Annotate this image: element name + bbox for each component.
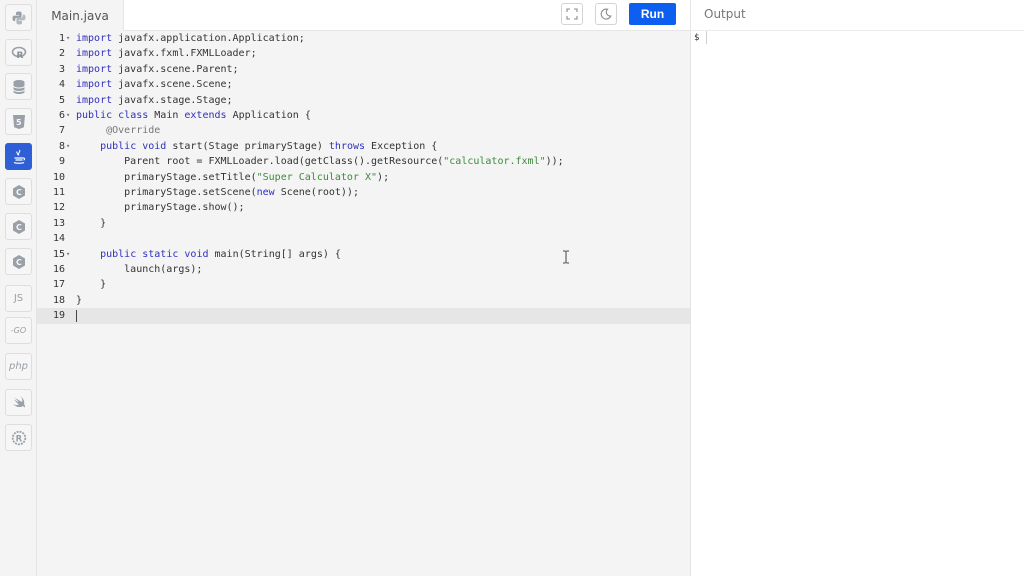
code-line[interactable]: 8 ▾ public void start(Stage primaryStage)… xyxy=(37,139,690,154)
go-label: -GO xyxy=(10,326,27,335)
code-line[interactable]: 11 primaryStage.setScene(new Scene(root)… xyxy=(37,185,690,200)
code-line[interactable]: 4 import javafx.scene.Scene; xyxy=(37,77,690,92)
line-number: 13 xyxy=(52,217,65,229)
code-text: public class Main extends Application { xyxy=(76,110,311,121)
r-icon[interactable]: R xyxy=(5,39,32,66)
line-number: 3 xyxy=(58,63,65,75)
output-panel: Output $ xyxy=(690,0,1024,576)
code-line[interactable]: 9 Parent root = FXMLLoader.load(getClass… xyxy=(37,154,690,169)
code-line[interactable]: 10 primaryStage.setTitle("Super Calculat… xyxy=(37,170,690,185)
code-line[interactable]: 1 ▾ import javafx.application.Application; xyxy=(37,31,690,46)
line-number: 16 xyxy=(52,264,65,275)
line-number: 10 xyxy=(52,171,65,183)
line-number: 17 xyxy=(52,279,65,291)
line-number: 1 xyxy=(58,33,65,44)
database-icon[interactable] xyxy=(5,73,32,100)
javascript-label: JS xyxy=(13,293,24,304)
code-line[interactable]: 16 launch(args); xyxy=(37,262,690,277)
output-caret xyxy=(706,31,707,44)
code-line[interactable]: 18} xyxy=(37,293,690,308)
fold-toggle-icon[interactable]: ▾ xyxy=(66,108,70,123)
editor-caret xyxy=(76,310,77,323)
line-number: 15 xyxy=(52,248,65,260)
line-number: 6 xyxy=(58,110,65,121)
java-icon[interactable] xyxy=(5,143,32,170)
code-text: primaryStage.show(); xyxy=(76,202,245,214)
python-icon[interactable] xyxy=(5,4,32,31)
code-text: import javafx.fxml.FXMLLoader; xyxy=(76,48,257,60)
code-line[interactable]: 15 ▾ public static void main(String[] arg… xyxy=(37,247,690,262)
svg-text:5: 5 xyxy=(16,118,22,127)
fold-toggle-icon[interactable]: ▾ xyxy=(66,31,70,46)
line-number: 11 xyxy=(52,187,65,198)
cpp-icon[interactable]: C xyxy=(5,213,32,240)
run-button[interactable]: Run xyxy=(629,3,676,25)
html5-icon[interactable]: 5 xyxy=(5,108,32,135)
editor-toolbar: Main.java Run xyxy=(37,0,690,31)
code-line[interactable]: 2 import javafx.fxml.FXMLLoader; xyxy=(37,46,690,61)
csharp-icon[interactable]: C xyxy=(5,248,32,275)
php-icon[interactable]: php xyxy=(5,353,32,380)
code-line[interactable]: 13 } xyxy=(37,216,690,231)
code-text: import javafx.scene.Parent; xyxy=(76,63,239,75)
code-text: @Override xyxy=(106,125,161,137)
code-text: } xyxy=(76,279,107,291)
line-number: 8 xyxy=(58,140,65,152)
line-number: 7 xyxy=(58,125,65,137)
line-number: 5 xyxy=(58,94,65,106)
fold-toggle-icon[interactable]: ▾ xyxy=(66,247,70,262)
line-number: 4 xyxy=(58,79,65,91)
code-line[interactable]: 5 import javafx.stage.Stage; xyxy=(37,93,690,108)
go-icon[interactable]: -GO xyxy=(5,317,32,344)
output-prompt: $ xyxy=(694,33,700,43)
code-text: launch(args); xyxy=(76,264,203,275)
svg-text:C: C xyxy=(16,223,22,232)
code-text: } xyxy=(76,217,107,229)
svg-text:C: C xyxy=(16,188,22,197)
code-line[interactable]: 14 xyxy=(37,231,690,246)
code-line[interactable]: 12 primaryStage.show(); xyxy=(37,200,690,215)
code-text: import javafx.stage.Stage; xyxy=(76,94,233,106)
line-number: 12 xyxy=(52,202,65,214)
svg-text:C: C xyxy=(16,258,22,267)
code-line[interactable]: 3 import javafx.scene.Parent; xyxy=(37,62,690,77)
svg-text:R: R xyxy=(16,51,23,61)
code-text: primaryStage.setScene(new Scene(root)); xyxy=(76,187,359,198)
line-number: 2 xyxy=(58,48,65,60)
code-editor[interactable]: 1 ▾ import javafx.application.Application;… xyxy=(37,31,690,576)
code-text: public static void main(String[] args) { xyxy=(100,248,341,260)
code-text: primaryStage.setTitle("Super Calculator … xyxy=(76,171,390,183)
line-number: 19 xyxy=(52,310,65,322)
code-line[interactable]: 7 @Override xyxy=(37,123,690,138)
c-icon[interactable]: C xyxy=(5,178,32,205)
line-number: 9 xyxy=(58,156,65,168)
php-label: php xyxy=(8,361,29,372)
javascript-icon[interactable]: JS xyxy=(5,285,32,312)
code-text: Parent root = FXMLLoader.load(getClass()… xyxy=(76,156,564,168)
code-line[interactable]: 17 } xyxy=(37,277,690,292)
fullscreen-icon[interactable] xyxy=(561,3,583,25)
line-number: 18 xyxy=(52,294,65,306)
code-text: } xyxy=(76,294,83,306)
output-title: Output xyxy=(691,0,1024,31)
language-sidebar: R 5 C C C JS -GO php R xyxy=(0,0,37,576)
rust-icon[interactable]: R xyxy=(5,424,32,451)
line-number: 14 xyxy=(52,233,65,245)
file-tab-main-java[interactable]: Main.java xyxy=(37,0,124,31)
text-cursor-icon xyxy=(562,250,570,264)
code-text: public void start(Stage primaryStage) th… xyxy=(100,140,438,152)
code-line[interactable]: 19 xyxy=(37,308,690,324)
code-text: import javafx.application.Application; xyxy=(76,33,305,44)
dark-mode-icon[interactable] xyxy=(595,3,617,25)
svg-text:R: R xyxy=(15,434,22,444)
code-line[interactable]: 6 ▾ public class Main extends Application … xyxy=(37,108,690,123)
fold-toggle-icon[interactable]: ▾ xyxy=(66,139,70,154)
code-text: import javafx.scene.Scene; xyxy=(76,79,233,91)
swift-icon[interactable] xyxy=(5,389,32,416)
